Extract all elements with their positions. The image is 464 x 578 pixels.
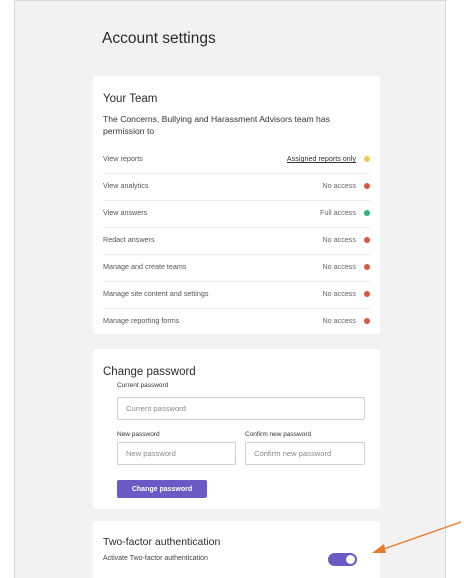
annotation-arrow-icon [372, 521, 462, 553]
